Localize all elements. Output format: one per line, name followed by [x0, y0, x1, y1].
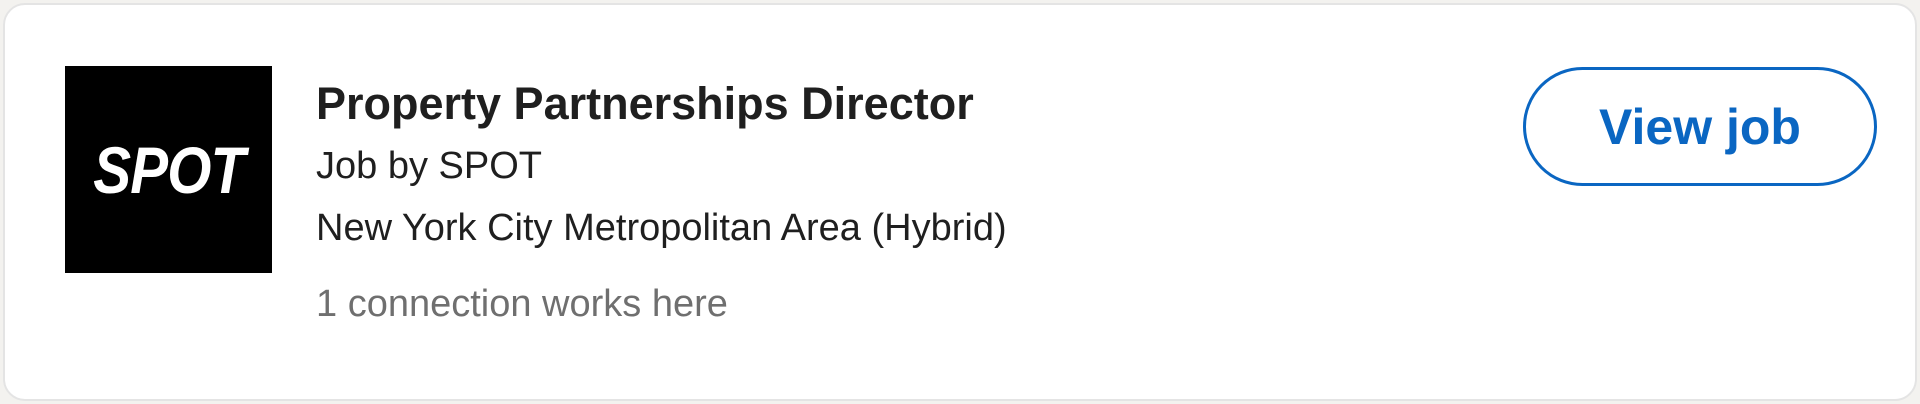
- connections-insight: 1 connection works here: [316, 283, 728, 325]
- job-location: New York City Metropolitan Area (Hybrid): [316, 207, 1007, 249]
- job-company: Job by SPOT: [316, 145, 542, 187]
- company-logo[interactable]: SPOT: [65, 66, 272, 273]
- job-info: Property Partnerships Director Job by SP…: [316, 73, 1007, 335]
- job-title[interactable]: Property Partnerships Director: [316, 73, 1007, 135]
- view-job-button[interactable]: View job: [1523, 67, 1877, 186]
- company-logo-text: SPOT: [92, 132, 245, 207]
- job-card: SPOT Property Partnerships Director Job …: [3, 3, 1917, 401]
